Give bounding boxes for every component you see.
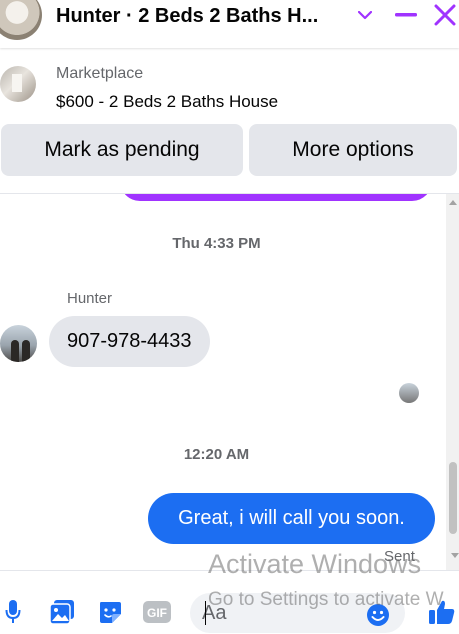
mark-as-pending-button[interactable]: Mark as pending (1, 124, 243, 176)
gif-icon[interactable]: GIF (142, 597, 172, 627)
message-timestamp: Thu 4:33 PM (172, 235, 261, 252)
message-timestamp: 12:20 AM (183, 446, 250, 463)
svg-text:GIF: GIF (147, 606, 167, 620)
listing-title[interactable]: $600 - 2 Beds 2 Baths House (56, 92, 278, 112)
message-composer: GIF (0, 570, 459, 634)
marketplace-label: Marketplace (56, 65, 144, 82)
message-status: Sent (384, 548, 415, 565)
sender-name: Hunter (67, 290, 113, 307)
photo-icon[interactable] (48, 597, 76, 627)
more-options-button[interactable]: More options (249, 124, 457, 176)
scrollbar-thumb[interactable] (449, 462, 457, 534)
marketplace-panel: Marketplace $600 - 2 Beds 2 Baths House … (0, 48, 459, 194)
read-receipt-avatar (399, 383, 419, 403)
chat-header: Hunter · 2 Beds 2 Baths H... (0, 0, 459, 48)
incoming-message-bubble[interactable]: 907-978-4433 (49, 316, 210, 367)
listing-thumbnail[interactable] (0, 66, 36, 102)
outgoing-message-bubble[interactable]: Great, i will call you soon. (148, 493, 435, 544)
conversation-title[interactable]: Hunter · 2 Beds 2 Baths H... (56, 5, 318, 28)
chevron-down-icon[interactable] (355, 2, 375, 28)
minimize-icon[interactable] (394, 2, 418, 28)
like-icon[interactable] (426, 597, 458, 627)
sender-avatar[interactable] (0, 325, 37, 362)
message-list[interactable]: Thu 4:33 PM Hunter 907-978-4433 12:20 AM… (0, 194, 459, 570)
sticker-icon[interactable] (96, 597, 124, 627)
emoji-icon[interactable] (366, 603, 390, 627)
scroll-up-arrow-icon[interactable] (449, 200, 457, 205)
scroll-down-arrow-icon[interactable] (451, 553, 459, 558)
contact-avatar[interactable] (0, 0, 42, 40)
microphone-icon[interactable] (2, 597, 24, 627)
text-cursor (205, 601, 206, 625)
previous-message-bubble (120, 194, 432, 201)
close-icon[interactable] (432, 2, 458, 28)
